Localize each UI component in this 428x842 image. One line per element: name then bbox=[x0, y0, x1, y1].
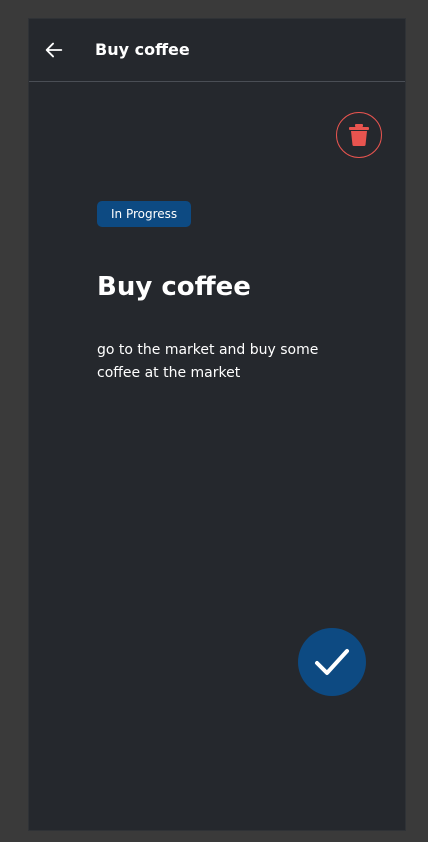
status-badge: In Progress bbox=[97, 201, 192, 227]
arrow-left-icon bbox=[45, 42, 63, 58]
checkmark-icon bbox=[315, 649, 349, 675]
trash-icon bbox=[349, 124, 369, 146]
page-title: Buy coffee bbox=[95, 40, 190, 59]
back-button[interactable] bbox=[43, 39, 65, 61]
task-description: go to the market and buy some coffee at … bbox=[97, 342, 319, 381]
delete-button[interactable] bbox=[336, 112, 382, 158]
complete-button[interactable] bbox=[298, 628, 366, 696]
app-screen: Buy coffee In Progress Buy coffee go to … bbox=[29, 19, 405, 830]
app-bar: Buy coffee bbox=[29, 19, 405, 82]
task-title: Buy coffee bbox=[97, 272, 251, 302]
